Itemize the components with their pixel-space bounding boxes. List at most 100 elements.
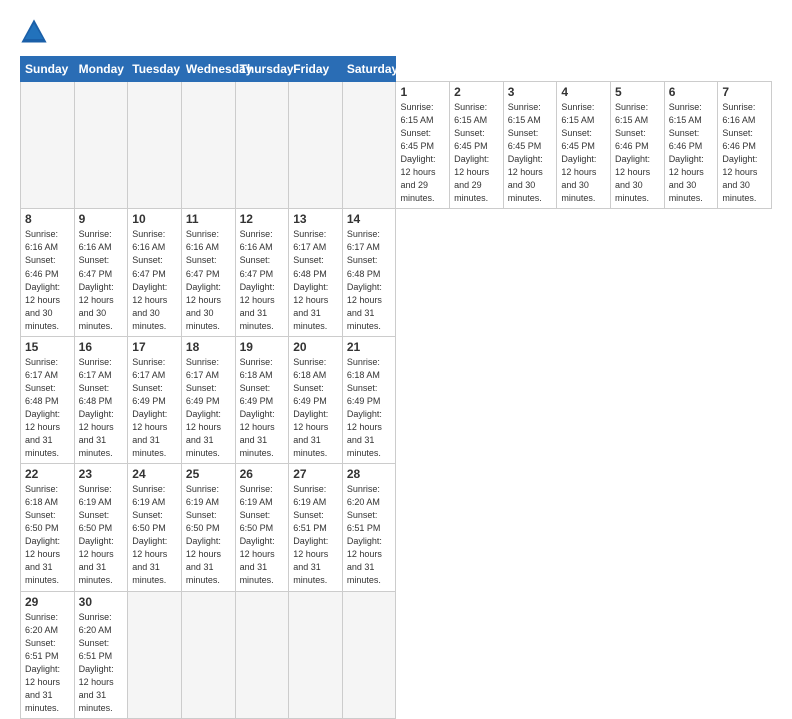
day-number: 11 [186,212,231,226]
day-number: 19 [240,340,285,354]
calendar-day-header: Saturday [342,57,396,82]
page: SundayMondayTuesdayWednesdayThursdayFrid… [0,0,792,612]
calendar-day-cell: 11Sunrise: 6:16 AMSunset: 6:47 PMDayligh… [181,209,235,336]
day-info: Sunrise: 6:15 AMSunset: 6:46 PMDaylight:… [669,101,714,205]
day-info: Sunrise: 6:15 AMSunset: 6:45 PMDaylight:… [561,101,606,205]
calendar-day-cell: 22Sunrise: 6:18 AMSunset: 6:50 PMDayligh… [21,464,75,591]
day-info: Sunrise: 6:15 AMSunset: 6:45 PMDaylight:… [454,101,499,205]
calendar-day-cell [289,591,343,718]
calendar-day-cell: 4 Sunrise: 6:15 AMSunset: 6:45 PMDaylight… [557,82,611,209]
day-info: Sunrise: 6:16 AMSunset: 6:47 PMDaylight:… [132,228,177,332]
day-info: Sunrise: 6:17 AMSunset: 6:48 PMDaylight:… [25,356,70,460]
day-number: 6 [669,85,714,99]
calendar-day-header: Thursday [235,57,289,82]
calendar-week-row: 1 Sunrise: 6:15 AMSunset: 6:45 PMDaylight… [21,82,772,209]
calendar-day-cell: 20 Sunrise: 6:18 AMSunset: 6:49 PMDayligh… [289,336,343,463]
header [20,18,772,46]
day-info: Sunrise: 6:18 AMSunset: 6:49 PMDaylight:… [347,356,392,460]
calendar-day-cell: 10 Sunrise: 6:16 AMSunset: 6:47 PMDayligh… [128,209,182,336]
calendar-day-cell [74,82,128,209]
day-info: Sunrise: 6:17 AMSunset: 6:48 PMDaylight:… [79,356,124,460]
calendar-week-row: 29Sunrise: 6:20 AMSunset: 6:51 PMDayligh… [21,591,772,718]
day-info: Sunrise: 6:18 AMSunset: 6:50 PMDaylight:… [25,483,70,587]
calendar-header-row: SundayMondayTuesdayWednesdayThursdayFrid… [21,57,772,82]
calendar-week-row: 8 Sunrise: 6:16 AMSunset: 6:46 PMDaylight… [21,209,772,336]
day-info: Sunrise: 6:18 AMSunset: 6:49 PMDaylight:… [240,356,285,460]
day-number: 18 [186,340,231,354]
calendar-day-header: Friday [289,57,343,82]
calendar-day-cell: 23Sunrise: 6:19 AMSunset: 6:50 PMDayligh… [74,464,128,591]
day-info: Sunrise: 6:15 AMSunset: 6:45 PMDaylight:… [400,101,445,205]
calendar-day-cell: 3 Sunrise: 6:15 AMSunset: 6:45 PMDaylight… [503,82,557,209]
day-info: Sunrise: 6:15 AMSunset: 6:46 PMDaylight:… [615,101,660,205]
calendar-day-cell: 5 Sunrise: 6:15 AMSunset: 6:46 PMDaylight… [611,82,665,209]
calendar-day-cell: 26 Sunrise: 6:19 AMSunset: 6:50 PMDayligh… [235,464,289,591]
day-info: Sunrise: 6:18 AMSunset: 6:49 PMDaylight:… [293,356,338,460]
day-number: 28 [347,467,392,481]
day-info: Sunrise: 6:19 AMSunset: 6:50 PMDaylight:… [186,483,231,587]
calendar-week-row: 15 Sunrise: 6:17 AMSunset: 6:48 PMDayligh… [21,336,772,463]
day-number: 1 [400,85,445,99]
calendar-day-cell [181,82,235,209]
calendar-day-cell [21,82,75,209]
logo-icon [20,18,48,46]
calendar-day-cell: 7 Sunrise: 6:16 AMSunset: 6:46 PMDaylight… [718,82,772,209]
day-info: Sunrise: 6:15 AMSunset: 6:45 PMDaylight:… [508,101,553,205]
day-info: Sunrise: 6:19 AMSunset: 6:50 PMDaylight:… [132,483,177,587]
calendar-day-cell [128,591,182,718]
day-info: Sunrise: 6:17 AMSunset: 6:48 PMDaylight:… [347,228,392,332]
day-number: 30 [79,595,124,609]
calendar-day-cell [235,82,289,209]
calendar-day-cell: 24 Sunrise: 6:19 AMSunset: 6:50 PMDayligh… [128,464,182,591]
day-info: Sunrise: 6:19 AMSunset: 6:50 PMDaylight:… [240,483,285,587]
calendar-day-cell: 2Sunrise: 6:15 AMSunset: 6:45 PMDaylight… [450,82,504,209]
day-number: 15 [25,340,70,354]
calendar-day-cell [128,82,182,209]
calendar-table: SundayMondayTuesdayWednesdayThursdayFrid… [20,56,772,719]
calendar-day-cell: 17Sunrise: 6:17 AMSunset: 6:49 PMDayligh… [128,336,182,463]
calendar-day-cell: 13Sunrise: 6:17 AMSunset: 6:48 PMDayligh… [289,209,343,336]
day-number: 10 [132,212,177,226]
day-number: 27 [293,467,338,481]
calendar-day-cell [289,82,343,209]
calendar-day-cell: 16 Sunrise: 6:17 AMSunset: 6:48 PMDayligh… [74,336,128,463]
day-info: Sunrise: 6:20 AMSunset: 6:51 PMDaylight:… [347,483,392,587]
day-number: 4 [561,85,606,99]
calendar-day-header: Wednesday [181,57,235,82]
day-number: 26 [240,467,285,481]
day-info: Sunrise: 6:20 AMSunset: 6:51 PMDaylight:… [79,611,124,715]
calendar-day-cell: 15 Sunrise: 6:17 AMSunset: 6:48 PMDayligh… [21,336,75,463]
calendar-day-cell: 21 Sunrise: 6:18 AMSunset: 6:49 PMDayligh… [342,336,396,463]
calendar-day-cell [181,591,235,718]
calendar-day-cell [342,591,396,718]
calendar-day-cell [235,591,289,718]
calendar-day-header: Monday [74,57,128,82]
day-number: 13 [293,212,338,226]
day-number: 24 [132,467,177,481]
calendar-day-cell: 14 Sunrise: 6:17 AMSunset: 6:48 PMDayligh… [342,209,396,336]
day-info: Sunrise: 6:16 AMSunset: 6:46 PMDaylight:… [25,228,70,332]
calendar-day-cell: 6 Sunrise: 6:15 AMSunset: 6:46 PMDaylight… [664,82,718,209]
day-number: 25 [186,467,231,481]
day-number: 7 [722,85,767,99]
day-number: 3 [508,85,553,99]
day-number: 20 [293,340,338,354]
day-info: Sunrise: 6:16 AMSunset: 6:46 PMDaylight:… [722,101,767,205]
day-number: 21 [347,340,392,354]
day-info: Sunrise: 6:20 AMSunset: 6:51 PMDaylight:… [25,611,70,715]
day-info: Sunrise: 6:16 AMSunset: 6:47 PMDaylight:… [240,228,285,332]
calendar-day-cell: 19 Sunrise: 6:18 AMSunset: 6:49 PMDayligh… [235,336,289,463]
day-number: 5 [615,85,660,99]
day-info: Sunrise: 6:19 AMSunset: 6:51 PMDaylight:… [293,483,338,587]
day-number: 14 [347,212,392,226]
calendar-day-cell: 1 Sunrise: 6:15 AMSunset: 6:45 PMDaylight… [396,82,450,209]
day-number: 8 [25,212,70,226]
calendar-day-cell: 9Sunrise: 6:16 AMSunset: 6:47 PMDaylight… [74,209,128,336]
day-info: Sunrise: 6:17 AMSunset: 6:49 PMDaylight:… [186,356,231,460]
day-number: 16 [79,340,124,354]
calendar-day-cell: 28 Sunrise: 6:20 AMSunset: 6:51 PMDayligh… [342,464,396,591]
calendar-day-header: Sunday [21,57,75,82]
calendar-day-header: Tuesday [128,57,182,82]
day-number: 12 [240,212,285,226]
calendar-day-cell: 29Sunrise: 6:20 AMSunset: 6:51 PMDayligh… [21,591,75,718]
